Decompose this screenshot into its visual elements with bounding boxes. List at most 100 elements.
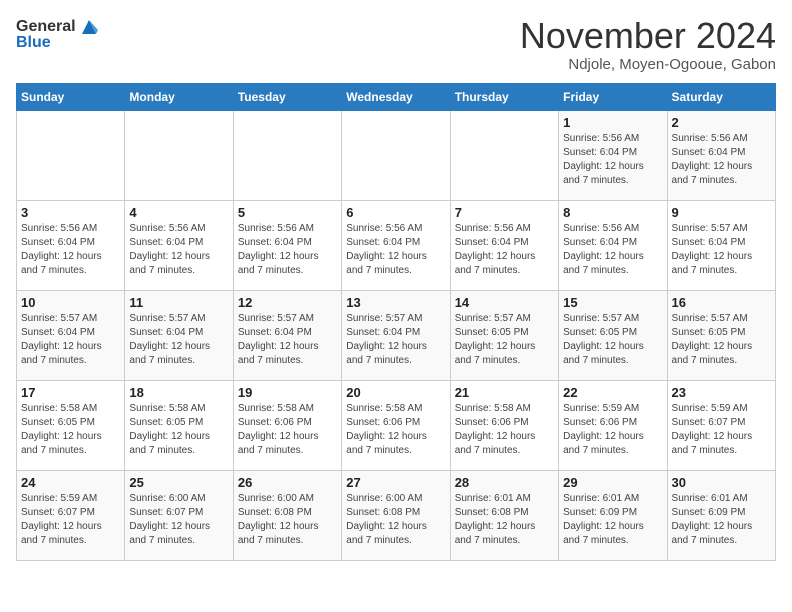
calendar-cell: 18 Sunrise: 5:58 AMSunset: 6:05 PMDayligh… (125, 380, 233, 470)
calendar-cell: 17Sunrise: 5:58 AMSunset: 6:05 PMDayligh… (17, 380, 125, 470)
day-header-monday: Monday (125, 83, 233, 110)
day-info: Sunrise: 5:56 AMSunset: 6:04 PMDaylight:… (563, 222, 662, 278)
day-number: 23 (672, 385, 771, 400)
day-number: 11 (129, 295, 228, 310)
day-number: 6 (346, 205, 445, 220)
day-info: Sunrise: 5:58 AMSunset: 6:06 PMDaylight:… (346, 402, 445, 458)
day-info: Sunrise: 5:56 AMSunset: 6:04 PMDaylight:… (21, 222, 120, 278)
day-number: 8 (563, 205, 662, 220)
day-number: 14 (455, 295, 554, 310)
day-info: Sunrise: 5:58 AMSunset: 6:06 PMDaylight:… (455, 402, 554, 458)
calendar-cell: 23Sunrise: 5:59 AMSunset: 6:07 PMDayligh… (667, 380, 775, 470)
calendar-cell: 5 Sunrise: 5:56 AMSunset: 6:04 PMDaylight… (233, 200, 341, 290)
day-number: 21 (455, 385, 554, 400)
day-info: Sunrise: 5:59 AMSunset: 6:07 PMDaylight:… (21, 492, 120, 548)
day-number: 30 (672, 475, 771, 490)
calendar-cell (233, 110, 341, 200)
calendar-cell: 24Sunrise: 5:59 AMSunset: 6:07 PMDayligh… (17, 470, 125, 560)
day-header-thursday: Thursday (450, 83, 558, 110)
day-number: 12 (238, 295, 337, 310)
day-number: 29 (563, 475, 662, 490)
day-number: 22 (563, 385, 662, 400)
calendar-week-1: 3 Sunrise: 5:56 AMSunset: 6:04 PMDaylight… (17, 200, 776, 290)
calendar-cell: 29 Sunrise: 6:01 AMSunset: 6:09 PMDayligh… (559, 470, 667, 560)
day-info: Sunrise: 5:57 AMSunset: 6:04 PMDaylight:… (238, 312, 337, 368)
day-headers-row: SundayMondayTuesdayWednesdayThursdayFrid… (17, 83, 776, 110)
calendar-cell: 13 Sunrise: 5:57 AMSunset: 6:04 PMDayligh… (342, 290, 450, 380)
day-info: Sunrise: 5:57 AMSunset: 6:04 PMDaylight:… (21, 312, 120, 368)
day-info: Sunrise: 5:56 AMSunset: 6:04 PMDaylight:… (455, 222, 554, 278)
day-info: Sunrise: 5:58 AMSunset: 6:06 PMDaylight:… (238, 402, 337, 458)
calendar-cell: 2 Sunrise: 5:56 AMSunset: 6:04 PMDaylight… (667, 110, 775, 200)
day-number: 16 (672, 295, 771, 310)
day-info: Sunrise: 5:56 AMSunset: 6:04 PMDaylight:… (346, 222, 445, 278)
day-header-friday: Friday (559, 83, 667, 110)
calendar-cell: 30 Sunrise: 6:01 AMSunset: 6:09 PMDayligh… (667, 470, 775, 560)
day-number: 5 (238, 205, 337, 220)
day-info: Sunrise: 5:58 AMSunset: 6:05 PMDaylight:… (129, 402, 228, 458)
day-header-saturday: Saturday (667, 83, 775, 110)
day-info: Sunrise: 5:56 AMSunset: 6:04 PMDaylight:… (238, 222, 337, 278)
day-number: 18 (129, 385, 228, 400)
calendar-cell: 6 Sunrise: 5:56 AMSunset: 6:04 PMDaylight… (342, 200, 450, 290)
calendar-week-3: 17Sunrise: 5:58 AMSunset: 6:05 PMDayligh… (17, 380, 776, 470)
day-header-sunday: Sunday (17, 83, 125, 110)
calendar-cell (342, 110, 450, 200)
day-number: 10 (21, 295, 120, 310)
day-number: 3 (21, 205, 120, 220)
calendar-cell: 26 Sunrise: 6:00 AMSunset: 6:08 PMDayligh… (233, 470, 341, 560)
day-info: Sunrise: 6:00 AMSunset: 6:07 PMDaylight:… (129, 492, 228, 548)
calendar-cell (450, 110, 558, 200)
day-info: Sunrise: 5:56 AMSunset: 6:04 PMDaylight:… (563, 132, 662, 188)
calendar-cell: 3 Sunrise: 5:56 AMSunset: 6:04 PMDaylight… (17, 200, 125, 290)
day-info: Sunrise: 6:01 AMSunset: 6:09 PMDaylight:… (672, 492, 771, 548)
month-title: November 2024 (520, 16, 776, 56)
day-number: 26 (238, 475, 337, 490)
day-info: Sunrise: 6:01 AMSunset: 6:08 PMDaylight:… (455, 492, 554, 548)
calendar-cell: 8 Sunrise: 5:56 AMSunset: 6:04 PMDaylight… (559, 200, 667, 290)
calendar-cell: 28 Sunrise: 6:01 AMSunset: 6:08 PMDayligh… (450, 470, 558, 560)
day-info: Sunrise: 5:59 AMSunset: 6:06 PMDaylight:… (563, 402, 662, 458)
calendar-cell: 19 Sunrise: 5:58 AMSunset: 6:06 PMDayligh… (233, 380, 341, 470)
calendar-week-0: 1 Sunrise: 5:56 AMSunset: 6:04 PMDaylight… (17, 110, 776, 200)
location-subtitle: Ndjole, Moyen-Ogooue, Gabon (520, 56, 776, 73)
day-info: Sunrise: 5:57 AMSunset: 6:05 PMDaylight:… (672, 312, 771, 368)
day-number: 9 (672, 205, 771, 220)
day-number: 19 (238, 385, 337, 400)
day-number: 15 (563, 295, 662, 310)
day-info: Sunrise: 5:58 AMSunset: 6:05 PMDaylight:… (21, 402, 120, 458)
calendar-cell: 1 Sunrise: 5:56 AMSunset: 6:04 PMDaylight… (559, 110, 667, 200)
day-number: 27 (346, 475, 445, 490)
calendar-cell: 11Sunrise: 5:57 AMSunset: 6:04 PMDayligh… (125, 290, 233, 380)
calendar-cell (17, 110, 125, 200)
day-info: Sunrise: 5:57 AMSunset: 6:05 PMDaylight:… (455, 312, 554, 368)
day-number: 7 (455, 205, 554, 220)
day-number: 28 (455, 475, 554, 490)
calendar-cell (125, 110, 233, 200)
day-number: 13 (346, 295, 445, 310)
calendar-cell: 9 Sunrise: 5:57 AMSunset: 6:04 PMDaylight… (667, 200, 775, 290)
day-number: 25 (129, 475, 228, 490)
day-info: Sunrise: 5:57 AMSunset: 6:04 PMDaylight:… (346, 312, 445, 368)
logo-icon (78, 16, 100, 38)
day-info: Sunrise: 5:57 AMSunset: 6:04 PMDaylight:… (672, 222, 771, 278)
calendar-week-2: 10 Sunrise: 5:57 AMSunset: 6:04 PMDayligh… (17, 290, 776, 380)
calendar-cell: 7 Sunrise: 5:56 AMSunset: 6:04 PMDaylight… (450, 200, 558, 290)
calendar-cell: 15 Sunrise: 5:57 AMSunset: 6:05 PMDayligh… (559, 290, 667, 380)
calendar-cell: 25 Sunrise: 6:00 AMSunset: 6:07 PMDayligh… (125, 470, 233, 560)
day-info: Sunrise: 5:56 AMSunset: 6:04 PMDaylight:… (672, 132, 771, 188)
calendar-cell: 14 Sunrise: 5:57 AMSunset: 6:05 PMDayligh… (450, 290, 558, 380)
day-number: 1 (563, 115, 662, 130)
day-number: 4 (129, 205, 228, 220)
calendar-cell: 20 Sunrise: 5:58 AMSunset: 6:06 PMDayligh… (342, 380, 450, 470)
day-info: Sunrise: 5:56 AMSunset: 6:04 PMDaylight:… (129, 222, 228, 278)
day-info: Sunrise: 6:00 AMSunset: 6:08 PMDaylight:… (238, 492, 337, 548)
day-info: Sunrise: 6:01 AMSunset: 6:09 PMDaylight:… (563, 492, 662, 548)
calendar-cell: 27Sunrise: 6:00 AMSunset: 6:08 PMDayligh… (342, 470, 450, 560)
logo-blue: Blue (16, 34, 51, 52)
day-number: 2 (672, 115, 771, 130)
day-info: Sunrise: 5:57 AMSunset: 6:05 PMDaylight:… (563, 312, 662, 368)
day-number: 20 (346, 385, 445, 400)
page-header: General Blue November 2024 Ndjole, Moyen… (16, 16, 776, 73)
calendar-cell: 10 Sunrise: 5:57 AMSunset: 6:04 PMDayligh… (17, 290, 125, 380)
